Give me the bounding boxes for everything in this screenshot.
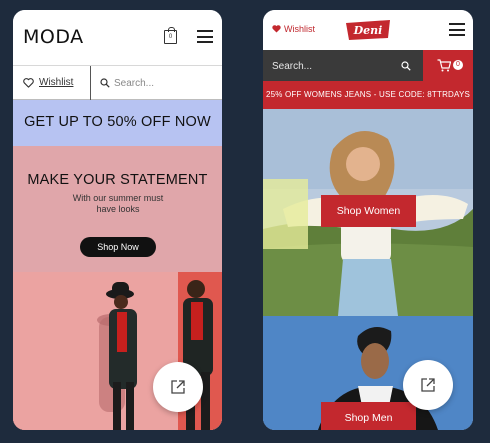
hero-title: MAKE YOUR STATEMENT xyxy=(27,172,208,188)
search-input[interactable] xyxy=(114,74,214,92)
shop-men-button[interactable]: Shop Men xyxy=(321,402,416,430)
hamburger-menu-icon[interactable] xyxy=(449,23,465,37)
cart-icon xyxy=(437,59,451,72)
moda-toolbar: Wishlist xyxy=(13,66,222,100)
search-bar: 0 xyxy=(263,50,473,81)
heart-icon xyxy=(23,78,34,88)
wishlist-link[interactable]: Wishlist xyxy=(284,24,315,34)
hero-subtitle: With our summer must have looks xyxy=(53,193,183,215)
promo-text: 25% OFF WOMENS JEANS - USE CODE: 8TTRDAY… xyxy=(265,90,471,99)
external-link-icon[interactable] xyxy=(153,362,203,412)
external-link-icon[interactable] xyxy=(403,360,453,410)
search-box xyxy=(92,66,222,100)
search-input[interactable] xyxy=(272,57,392,75)
women-hero: Shop Women xyxy=(263,109,473,316)
hero-subtitle-line2: have looks xyxy=(96,204,140,214)
deni-logo-text: Deni xyxy=(353,24,383,37)
shop-women-button[interactable]: Shop Women xyxy=(321,195,416,227)
search-icon[interactable] xyxy=(401,61,411,71)
deni-phone-mockup: Wishlist Deni 0 25% OFF WOMENS JEANS - U… xyxy=(263,10,473,430)
wishlist-button[interactable]: Wishlist xyxy=(13,66,91,100)
heart-icon xyxy=(272,25,281,33)
cart-button[interactable]: 0 xyxy=(423,50,473,81)
promo-banner: 25% OFF WOMENS JEANS - USE CODE: 8TTRDAY… xyxy=(263,81,473,109)
shopping-bag-icon[interactable]: 0 xyxy=(164,27,177,44)
cart-count: 0 xyxy=(168,34,173,40)
moda-phone-mockup: MODA 0 Wishlist GET UP TO 50% OFF NOW MA… xyxy=(13,10,222,430)
search-icon xyxy=(100,78,110,88)
shop-now-button[interactable]: Shop Now xyxy=(80,237,156,257)
cart-count-badge: 0 xyxy=(453,60,463,70)
deni-logo[interactable]: Deni xyxy=(343,18,393,42)
wishlist-label: Wishlist xyxy=(39,77,74,88)
promo-text: GET UP TO 50% OFF NOW xyxy=(24,114,211,130)
deni-header: Wishlist Deni xyxy=(263,10,473,50)
hamburger-menu-icon[interactable] xyxy=(197,30,213,44)
moda-header: MODA 0 xyxy=(13,10,222,66)
hero-subtitle-line1: With our summer must xyxy=(72,193,164,203)
moda-logo[interactable]: MODA xyxy=(23,26,84,48)
promo-banner: GET UP TO 50% OFF NOW xyxy=(13,100,222,146)
